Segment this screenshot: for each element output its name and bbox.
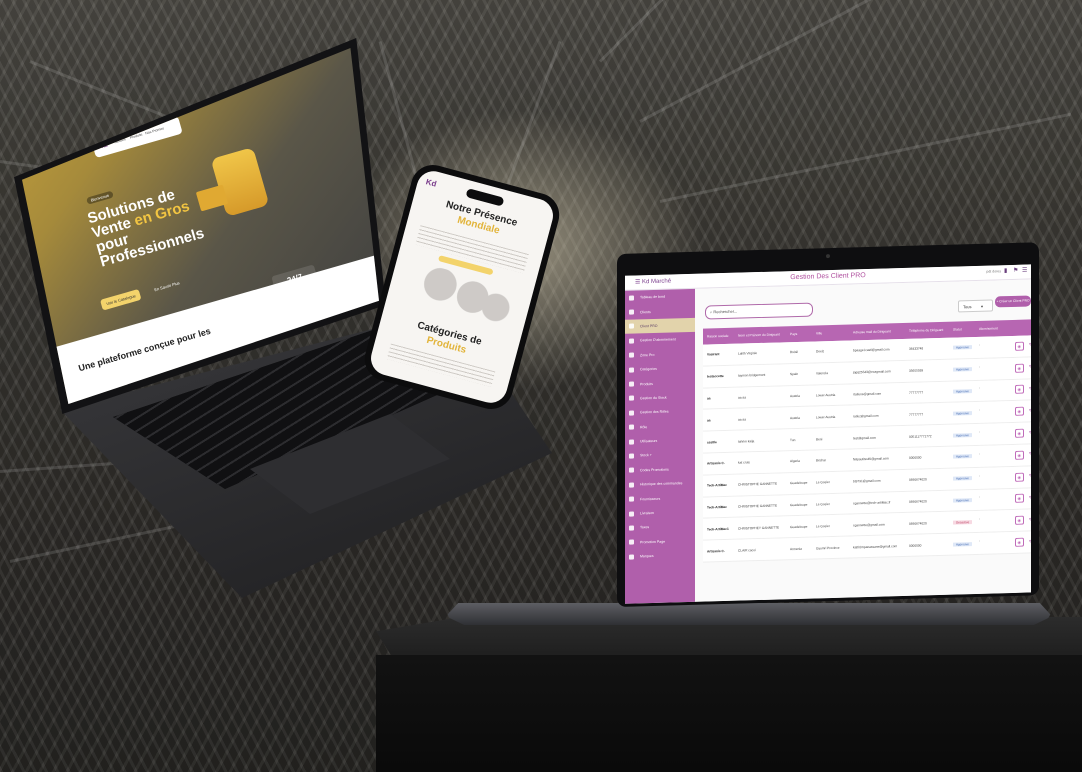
truck-illustration <box>195 184 229 212</box>
learn-more-button[interactable]: En Savoir Plus <box>148 276 186 297</box>
catalogue-button[interactable]: Voir le Catalogue <box>100 288 142 311</box>
phone-logo: Kd <box>424 177 438 189</box>
world-map <box>402 260 518 328</box>
phone-3d-illustration <box>210 147 270 217</box>
website-nav: Kd Accueil Produits Nos Promos <box>91 115 183 159</box>
phone-notch <box>465 188 505 207</box>
hero-badge: Bienvenue <box>86 190 114 205</box>
left-laptop: Kd Accueil Produits Nos Promos Bienvenue… <box>0 0 1082 772</box>
